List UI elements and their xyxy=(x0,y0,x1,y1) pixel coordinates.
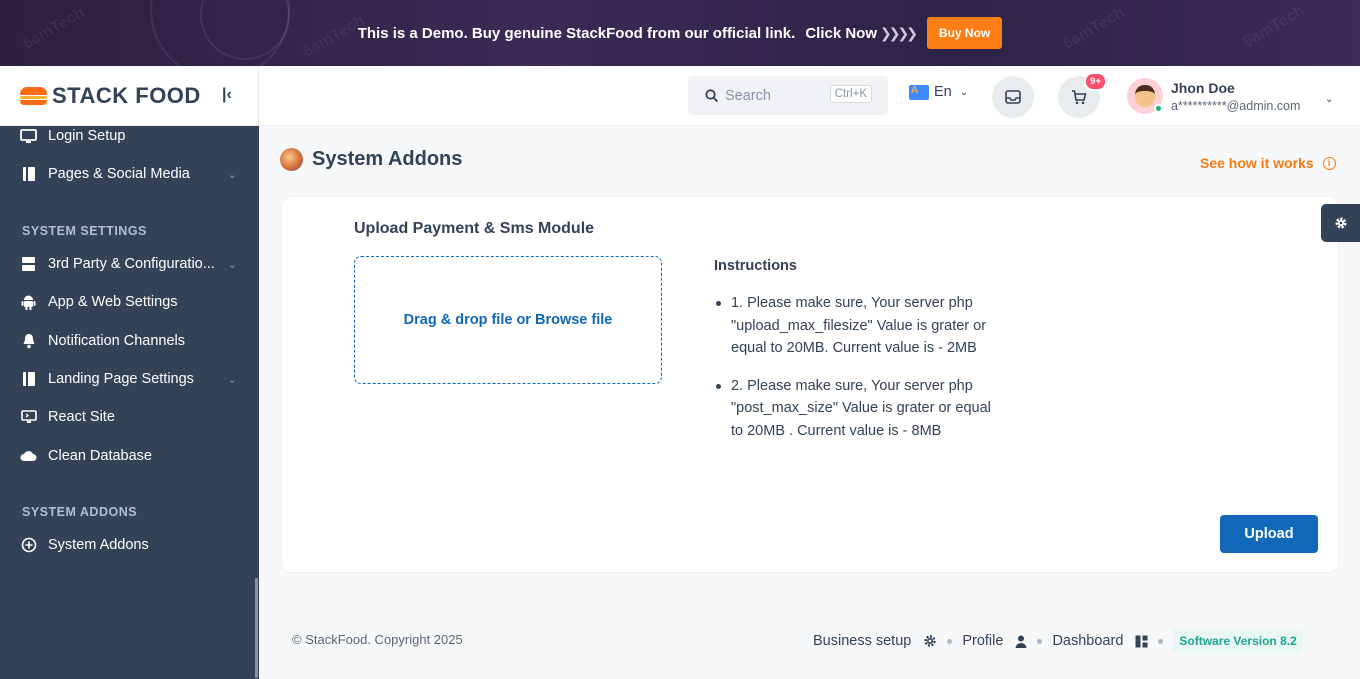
footer-links: Business setup Profile Dashboard Softwar… xyxy=(813,629,1303,653)
click-now-link[interactable]: Click Now xyxy=(805,25,877,42)
search-shortcut: Ctrl+K xyxy=(829,85,872,103)
language-label: En xyxy=(934,84,952,100)
separator-dot xyxy=(947,638,953,644)
message-icon xyxy=(1005,90,1021,104)
user-menu[interactable]: Jhon Doe a**********@admin.com xyxy=(1127,78,1300,114)
version-badge: Software Version 8.2 xyxy=(1173,629,1303,653)
sidebar-item-system-addons[interactable]: System Addons xyxy=(0,530,259,560)
user-name: Jhon Doe xyxy=(1171,79,1235,96)
sidebar-item-label: 3rd Party & Configuratio... xyxy=(48,256,215,272)
monitor-icon xyxy=(20,128,37,145)
sidebar: STACK FOOD |‹ Login Setup Pages & Social… xyxy=(0,66,259,679)
chevron-down-icon: ⌄ xyxy=(227,168,237,181)
see-how-it-works-link[interactable]: See how it works i xyxy=(1200,155,1336,171)
sidebar-item-label: System Addons xyxy=(48,537,149,553)
search-placeholder: Search xyxy=(725,87,771,104)
logo-text: STACK FOOD xyxy=(52,82,201,108)
file-dropzone[interactable]: Drag & drop file or Browse file xyxy=(354,256,662,384)
cart-badge: 9+ xyxy=(1084,72,1107,91)
language-flag-icon xyxy=(909,84,929,100)
sidebar-item-react-site[interactable]: React Site xyxy=(0,402,259,432)
dashboard-link[interactable]: Dashboard xyxy=(1052,633,1148,649)
upload-button[interactable]: Upload xyxy=(1220,515,1318,553)
server-icon xyxy=(20,256,37,273)
business-setup-label: Business setup xyxy=(813,633,912,649)
sidebar-item-clean-database[interactable]: Clean Database xyxy=(0,441,259,471)
sidebar-scrollbar[interactable] xyxy=(255,578,258,678)
chevron-down-icon: ⌄ xyxy=(227,258,237,271)
language-selector[interactable]: En ⌄ xyxy=(909,84,968,100)
banner-watermark: 6amTech xyxy=(20,4,88,53)
cart-button[interactable]: 9+ xyxy=(1058,72,1107,118)
page-header: System Addons xyxy=(280,148,462,171)
profile-link[interactable]: Profile xyxy=(962,633,1027,649)
sidebar-item-notification-channels[interactable]: Notification Channels xyxy=(0,326,259,356)
sidebar-item-label: App & Web Settings xyxy=(48,294,178,310)
avatar xyxy=(1127,78,1163,114)
messages-button[interactable] xyxy=(992,76,1034,118)
sidebar-item-label: React Site xyxy=(48,409,115,425)
dashboard-label: Dashboard xyxy=(1052,633,1124,649)
sidebar-item-3rd-party[interactable]: 3rd Party & Configuratio... ⌄ xyxy=(0,249,259,279)
sidebar-item-app-web-settings[interactable]: App & Web Settings xyxy=(0,287,259,317)
sidebar-item-label: Pages & Social Media xyxy=(48,166,190,182)
separator-dot xyxy=(1037,638,1043,644)
list-item: 1. Please make sure, Your server php "up… xyxy=(714,292,1004,360)
chevron-down-icon: ⌄ xyxy=(227,373,237,386)
android-icon xyxy=(20,294,37,311)
top-header: Search Ctrl+K En ⌄ 9+ Jhon Doe a********… xyxy=(259,66,1360,126)
profile-label: Profile xyxy=(962,633,1004,649)
page-icon xyxy=(20,166,37,183)
upload-card: Upload Payment & Sms Module Drag & drop … xyxy=(281,196,1339,573)
react-icon xyxy=(20,409,37,426)
sidebar-item-label: Clean Database xyxy=(48,448,152,464)
demo-banner: 6amTech 6amTech 6amTech 6amTech This is … xyxy=(0,0,1360,66)
gear-icon xyxy=(1335,217,1346,229)
see-how-label: See how it works xyxy=(1200,155,1314,171)
online-status-dot xyxy=(1154,104,1163,113)
sidebar-item-label: Landing Page Settings xyxy=(48,371,194,387)
chevrons-icon: ❯❯❯❯ xyxy=(880,24,918,41)
bell-icon xyxy=(20,333,37,350)
info-icon: i xyxy=(1322,156,1336,170)
separator-dot xyxy=(1158,638,1164,644)
page-icon xyxy=(20,371,37,388)
card-title: Upload Payment & Sms Module xyxy=(354,220,595,237)
copyright: © StackFood. Copyright 2025 xyxy=(292,632,463,647)
instructions-list: 1. Please make sure, Your server php "up… xyxy=(714,292,1004,457)
banner-watermark: 6amTech xyxy=(1060,4,1128,53)
sidebar-item-label: Notification Channels xyxy=(48,333,186,349)
dashboard-icon xyxy=(1135,635,1148,648)
instructions-title: Instructions xyxy=(714,258,797,274)
addons-icon xyxy=(280,148,303,171)
sidebar-item-landing-page-settings[interactable]: Landing Page Settings ⌄ xyxy=(0,364,259,394)
sidebar-item-pages-social-media[interactable]: Pages & Social Media ⌄ xyxy=(0,159,259,189)
cloud-icon xyxy=(20,448,37,465)
sidebar-item-label: Login Setup xyxy=(48,128,126,144)
banner-watermark: 6amTech xyxy=(1240,2,1308,51)
burger-logo-icon xyxy=(20,86,47,105)
list-item: 2. Please make sure, Your server php "po… xyxy=(714,375,1004,443)
search-icon xyxy=(705,88,719,102)
section-system-addons: SYSTEM ADDONS xyxy=(22,505,138,519)
gear-icon xyxy=(923,634,937,648)
page-title: System Addons xyxy=(312,148,463,170)
user-email: a**********@admin.com xyxy=(1171,98,1301,113)
business-setup-link[interactable]: Business setup xyxy=(813,633,937,649)
dropzone-text: Drag & drop file or Browse file xyxy=(403,312,613,328)
plus-circle-icon xyxy=(20,537,37,554)
settings-float-button[interactable] xyxy=(1321,204,1360,242)
cart-icon xyxy=(1072,90,1087,105)
chevron-down-icon[interactable]: ⌄ xyxy=(1325,94,1333,105)
banner-message: This is a Demo. Buy genuine StackFood fr… xyxy=(357,24,796,42)
buy-now-button[interactable]: Buy Now xyxy=(926,17,1003,49)
brand-logo[interactable]: STACK FOOD |‹ xyxy=(0,66,259,126)
collapse-sidebar-icon[interactable]: |‹ xyxy=(222,86,232,104)
sidebar-item-login-setup[interactable]: Login Setup xyxy=(0,121,259,151)
section-system-settings: SYSTEM SETTINGS xyxy=(22,224,147,238)
chevron-down-icon: ⌄ xyxy=(959,86,969,98)
user-icon xyxy=(1015,635,1027,648)
search-input[interactable]: Search Ctrl+K xyxy=(688,76,888,115)
